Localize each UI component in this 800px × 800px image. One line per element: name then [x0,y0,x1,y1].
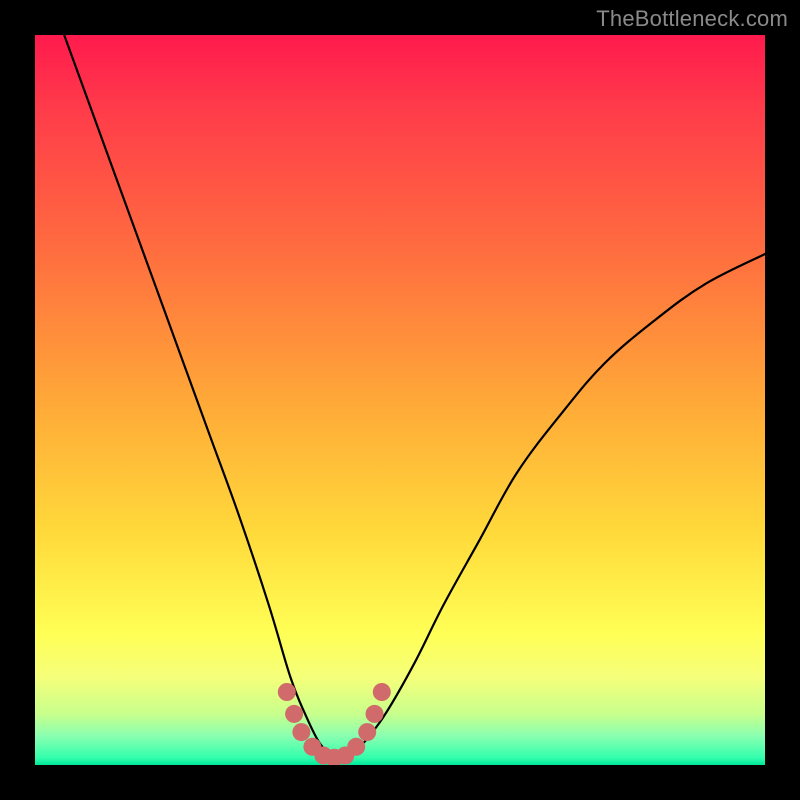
highlight-dot [347,738,365,756]
highlight-dot [285,705,303,723]
chart-frame: TheBottleneck.com [0,0,800,800]
highlight-dot [278,683,296,701]
watermark-text: TheBottleneck.com [596,6,788,32]
highlight-dot [292,723,310,741]
highlight-dot [366,705,384,723]
bottleneck-curve-svg [35,35,765,765]
plot-area [35,35,765,765]
highlight-dots-group [278,683,391,765]
highlight-dot [373,683,391,701]
bottleneck-curve-path [64,35,765,760]
highlight-dot [358,723,376,741]
